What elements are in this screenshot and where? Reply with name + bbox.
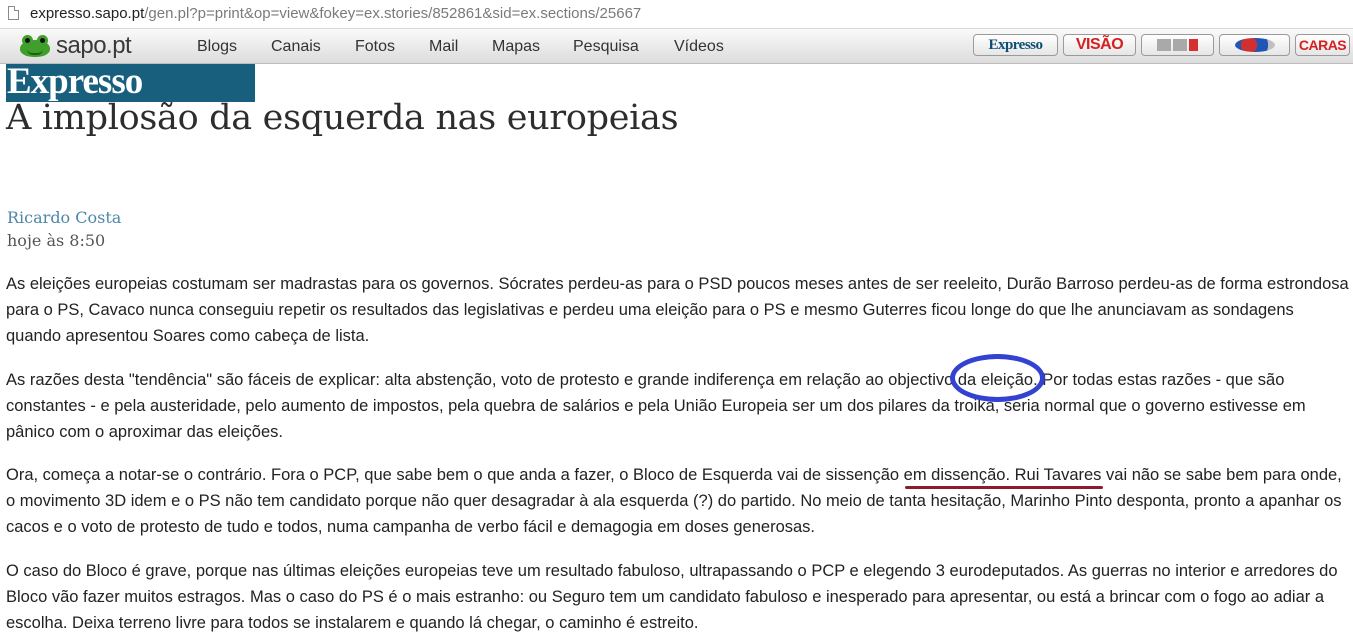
sic-logo-icon-part	[1173, 39, 1187, 51]
frog-icon	[18, 34, 52, 58]
article-paragraph: As eleições europeias costumam ser madra…	[6, 275, 1349, 345]
sapo-logo[interactable]: sapo.pt	[18, 32, 132, 60]
highlight-underline	[905, 486, 1103, 489]
nav-canais[interactable]: Canais	[271, 38, 321, 56]
nav-pesquisa[interactable]: Pesquisa	[573, 38, 639, 56]
brand-visao-button[interactable]: VISÃO	[1063, 34, 1136, 56]
sic-logo-icon-accent	[1189, 39, 1198, 51]
sic-logo-icon	[1157, 39, 1171, 51]
nav-mail[interactable]: Mail	[429, 38, 458, 56]
page-icon	[8, 6, 19, 20]
tvi-logo-icon	[1234, 38, 1275, 52]
brand-tvi-button[interactable]	[1219, 34, 1290, 56]
article-paragraph: Ora, começa a notar-se o contrário. Fora…	[6, 466, 1342, 536]
brand-sic-button[interactable]	[1141, 34, 1214, 56]
nav-blogs[interactable]: Blogs	[197, 38, 237, 56]
url-path: /gen.pl?p=print&op=view&fokey=ex.stories…	[144, 5, 642, 22]
url-host: expresso.sapo.pt	[30, 5, 145, 22]
article-time: hoje às 8:50	[7, 231, 106, 250]
nav-videos[interactable]: Vídeos	[674, 38, 724, 56]
article-paragraph: O caso do Bloco é grave, porque nas últi…	[6, 562, 1338, 632]
logo-text: sapo.pt	[56, 32, 132, 59]
brand-expresso-button[interactable]: Expresso	[973, 34, 1058, 56]
article-title: A implosão da esquerda nas europeias	[6, 98, 679, 138]
brand-expresso-label: Expresso	[988, 36, 1043, 53]
brand-caras-button[interactable]: CARAS	[1295, 34, 1350, 56]
sapo-navbar: sapo.pt Blogs Canais Fotos Mail Mapas Pe…	[0, 29, 1353, 64]
nav-fotos[interactable]: Fotos	[355, 38, 395, 56]
brand-visao-label: VISÃO	[1075, 36, 1124, 53]
nav-mapas[interactable]: Mapas	[492, 38, 540, 56]
article-author[interactable]: Ricardo Costa	[7, 208, 121, 227]
brand-caras-label: CARAS	[1298, 37, 1347, 53]
address-bar[interactable]: expresso.sapo.pt/gen.pl?p=print&op=view&…	[0, 0, 1353, 29]
url-text[interactable]: expresso.sapo.pt/gen.pl?p=print&op=view&…	[30, 5, 641, 22]
highlight-circle	[950, 354, 1045, 402]
article-paragraph: As razões desta "tendência" são fáceis d…	[6, 371, 1306, 441]
